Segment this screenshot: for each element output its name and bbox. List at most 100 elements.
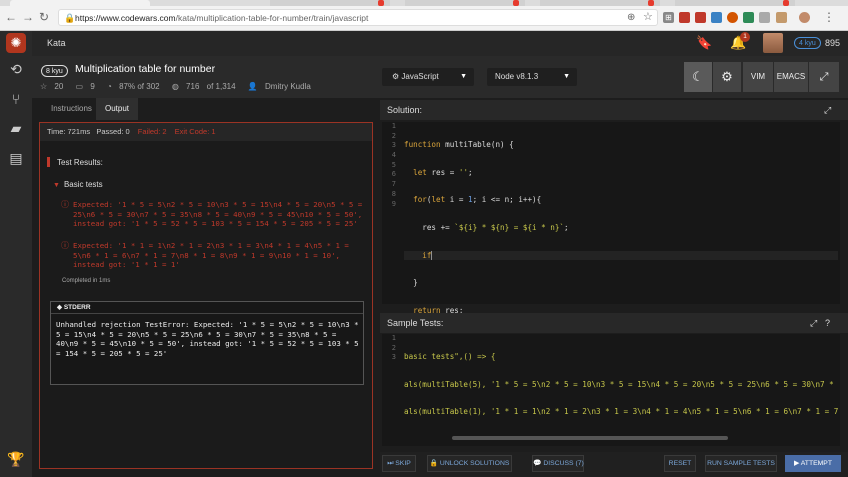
stars-stat[interactable]: ☆ 20 (40, 82, 68, 91)
zoom-icon[interactable]: ⊕ (627, 11, 635, 25)
bookmark-icon[interactable]: 🔖 (696, 35, 712, 51)
extension-icon[interactable] (776, 12, 787, 23)
editor-pane: Solution: ⤢ 123456789 function multiTabl… (380, 98, 848, 477)
version-select[interactable]: Node v8.1.3 ▼ (487, 68, 577, 86)
skip-button[interactable]: ⏭ SKIP (382, 455, 416, 472)
vim-mode-button[interactable]: VIM (743, 62, 773, 92)
forward-icon[interactable]: → (22, 10, 34, 24)
results-marker (47, 157, 50, 167)
menu-dots-icon[interactable]: ⋮ (823, 10, 835, 24)
fullscreen-button[interactable]: ⤢ (809, 62, 839, 92)
test-output-box: Time: 721ms Passed: 0 Failed: 2 Exit Cod… (39, 122, 373, 469)
line-number: 1 (391, 122, 396, 130)
settings-button[interactable]: ⚙ (713, 62, 741, 92)
reset-button[interactable]: RESET (664, 455, 696, 472)
line-gutter: 123456789 (382, 122, 396, 209)
codewars-logo[interactable]: ✺ (6, 33, 26, 53)
discuss-button[interactable]: 💬 DISCUSS (7) (532, 455, 584, 472)
horizontal-scrollbar[interactable] (452, 436, 728, 440)
error-icon: ⓘ (61, 200, 69, 209)
expand-icon[interactable]: ⤢ (810, 313, 817, 333)
user-icon: 👤 (247, 82, 258, 91)
chat-icon[interactable]: ▰ (7, 120, 25, 137)
address-bar[interactable]: 🔒 https://www.codewars.com/kata/multipli… (58, 9, 658, 26)
author[interactable]: 👤 Dmitry Kudla (248, 82, 316, 91)
line-number: 8 (391, 189, 396, 198)
line-number: 4 (391, 151, 396, 160)
extension-icon[interactable] (711, 12, 722, 23)
language-select[interactable]: ⚙ JavaScript ▼ (382, 68, 474, 86)
bookmark-small-icon: ▭ (75, 82, 84, 91)
browser-tab[interactable] (540, 0, 660, 6)
kyu-badge: 8 kyu (41, 65, 68, 77)
moon-icon: ☾ (692, 69, 704, 84)
sample-tests-code[interactable]: basic tests",() => { als(multiTable(5), … (404, 334, 838, 435)
tab-instructions[interactable]: Instructions (42, 98, 101, 120)
completions-stat: ◍ 716 of 1,314 (171, 82, 236, 91)
avatar[interactable] (763, 33, 783, 53)
tab-close-icon[interactable] (648, 0, 654, 6)
line-gutter: 123 (382, 334, 396, 363)
extension-icon[interactable] (679, 12, 690, 23)
top-bar: Kata 🔖 🔔 1 4 kyu 895 (32, 31, 848, 56)
bookmarks-stat[interactable]: ▭ 9 (76, 82, 100, 91)
star-icon: ☆ (40, 82, 48, 91)
reload-icon[interactable]: ↻ (39, 10, 49, 24)
kata-title[interactable]: Multiplication table for number (75, 63, 215, 75)
expand-icon[interactable]: ⤢ (824, 100, 831, 120)
stderr-text: Unhandled rejection TestError: Expected:… (56, 320, 359, 358)
browser-tab-active[interactable] (10, 0, 150, 6)
back-icon[interactable]: ← (5, 10, 17, 24)
caret-down-icon: ▼ (53, 182, 60, 189)
chevron-down-icon: ▼ (460, 73, 467, 80)
tab-close-icon[interactable] (783, 0, 789, 6)
url-text: https://www.codewars.com/kata/multiplica… (75, 13, 369, 23)
docs-icon[interactable]: ▤ (7, 150, 25, 167)
tab-output[interactable]: Output (96, 98, 139, 120)
stderr-panel: ◆ STDERR Unhandled rejection TestError: … (50, 301, 364, 385)
language-icon: ⚙ (392, 72, 400, 81)
failure-message: ⓘ Expected: '1 * 5 = 5\n2 * 5 = 10\n3 * … (61, 200, 363, 229)
tab-close-icon[interactable] (513, 0, 519, 6)
tab-close-icon[interactable] (378, 0, 384, 6)
browser-tab[interactable] (405, 0, 525, 6)
line-number: 2 (391, 343, 396, 352)
lock-icon: 🔒 (64, 13, 76, 23)
browser-tab[interactable] (270, 0, 390, 6)
browser-chrome: ← → ↻ 🔒 https://www.codewars.com/kata/mu… (0, 0, 848, 31)
unlock-solutions-button[interactable]: 🔒 UNLOCK SOLUTIONS (427, 455, 512, 472)
honor-score: 895 (825, 38, 841, 48)
kata-stats: ☆ 20 ▭ 9 ◔ 87% of 302 ◍ 716 of 1,314 👤 D… (40, 82, 321, 91)
extension-icon[interactable] (759, 12, 770, 23)
extension-icon[interactable]: ⊞ (663, 12, 674, 23)
extension-icon[interactable] (727, 12, 738, 23)
extension-icon[interactable] (743, 12, 754, 23)
line-number: 7 (391, 180, 396, 189)
solution-editor[interactable]: 123456789 function multiTable(n) { let r… (382, 122, 840, 343)
error-icon: ⓘ (61, 241, 69, 250)
emacs-mode-button[interactable]: EMACS (774, 62, 808, 92)
hierarchy-icon[interactable]: ⑂ (7, 91, 25, 107)
extension-icon[interactable] (695, 12, 706, 23)
attempt-button[interactable]: ▶ ATTEMPT (785, 455, 841, 472)
practice-icon[interactable]: ⟲ (7, 61, 25, 78)
browser-navbar: ← → ↻ 🔒 https://www.codewars.com/kata/mu… (0, 8, 848, 28)
line-number: 9 (391, 199, 396, 208)
solution-header: Solution: ⤢ (380, 100, 848, 120)
browser-tab[interactable] (675, 0, 795, 6)
run-sample-tests-button[interactable]: RUN SAMPLE TESTS (705, 455, 777, 472)
output-pane: Instructions Output Time: 721ms Passed: … (32, 98, 380, 477)
chevron-down-icon: ▼ (563, 73, 570, 80)
line-number: 6 (391, 170, 396, 179)
satisfaction-stat: ◔ 87% of 302 (107, 82, 160, 91)
help-icon[interactable]: ? (825, 313, 830, 333)
profile-icon[interactable] (799, 12, 810, 23)
theme-toggle-button[interactable]: ☾ (684, 62, 712, 92)
trophy-icon[interactable]: 🏆 (7, 451, 25, 468)
satisfaction-icon: ◔ (107, 82, 112, 91)
sample-tests-editor[interactable]: 123 basic tests",() => { als(multiTable(… (382, 334, 840, 446)
bookmark-star-icon[interactable]: ☆ (643, 10, 653, 24)
test-group[interactable]: ▼ Basic tests (53, 180, 103, 189)
failure-message: ⓘ Expected: '1 * 1 = 1\n2 * 1 = 2\n3 * 1… (61, 241, 349, 270)
results-title: Test Results: (57, 158, 103, 167)
